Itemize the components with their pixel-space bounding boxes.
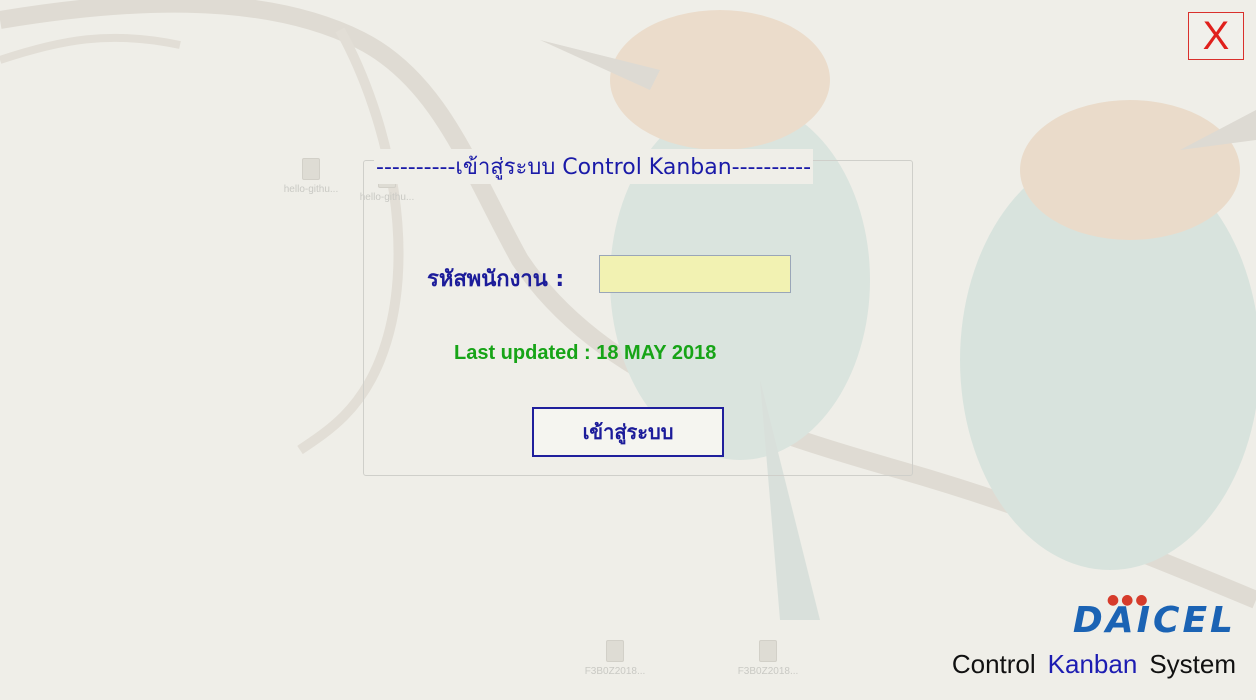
system-name: Control Kanban System	[952, 649, 1236, 680]
document-icon	[606, 640, 624, 662]
desktop-icon: F3B0Z2018...	[733, 640, 803, 677]
desktop-icon-label: F3B0Z2018...	[584, 666, 646, 677]
logo-text: DAICEL	[1072, 600, 1236, 641]
system-name-word-1: Control	[951, 649, 1036, 679]
desktop-icon-label: F3B0Z2018...	[737, 666, 799, 677]
last-updated-text: Last updated : 18 MAY 2018	[454, 342, 717, 364]
desktop-icon: hello-githu...	[276, 158, 346, 195]
employee-id-label: รหัสพนักงาน :	[427, 267, 565, 292]
logo-dots-icon: ●●●	[1106, 592, 1150, 608]
system-name-word-2: Kanban	[1047, 649, 1138, 679]
desktop-icon-label: hello-githu...	[283, 184, 339, 195]
daicel-logo: ●●● DAICEL	[1072, 593, 1236, 641]
login-groupbox: ----------เข้าสู่ระบบ Control Kanban----…	[363, 149, 913, 476]
login-button[interactable]: เข้าสู่ระบบ	[532, 407, 724, 457]
close-button[interactable]: X	[1188, 12, 1244, 60]
system-name-word-3: System	[1149, 649, 1236, 679]
document-icon	[759, 640, 777, 662]
close-icon: X	[1202, 14, 1230, 58]
folder-icon	[302, 158, 320, 180]
employee-id-input[interactable]	[599, 255, 791, 293]
desktop-icon: F3B0Z2018...	[580, 640, 650, 677]
brand-block: ●●● DAICEL Control Kanban System	[952, 593, 1236, 680]
login-title: ----------เข้าสู่ระบบ Control Kanban----…	[374, 149, 814, 184]
